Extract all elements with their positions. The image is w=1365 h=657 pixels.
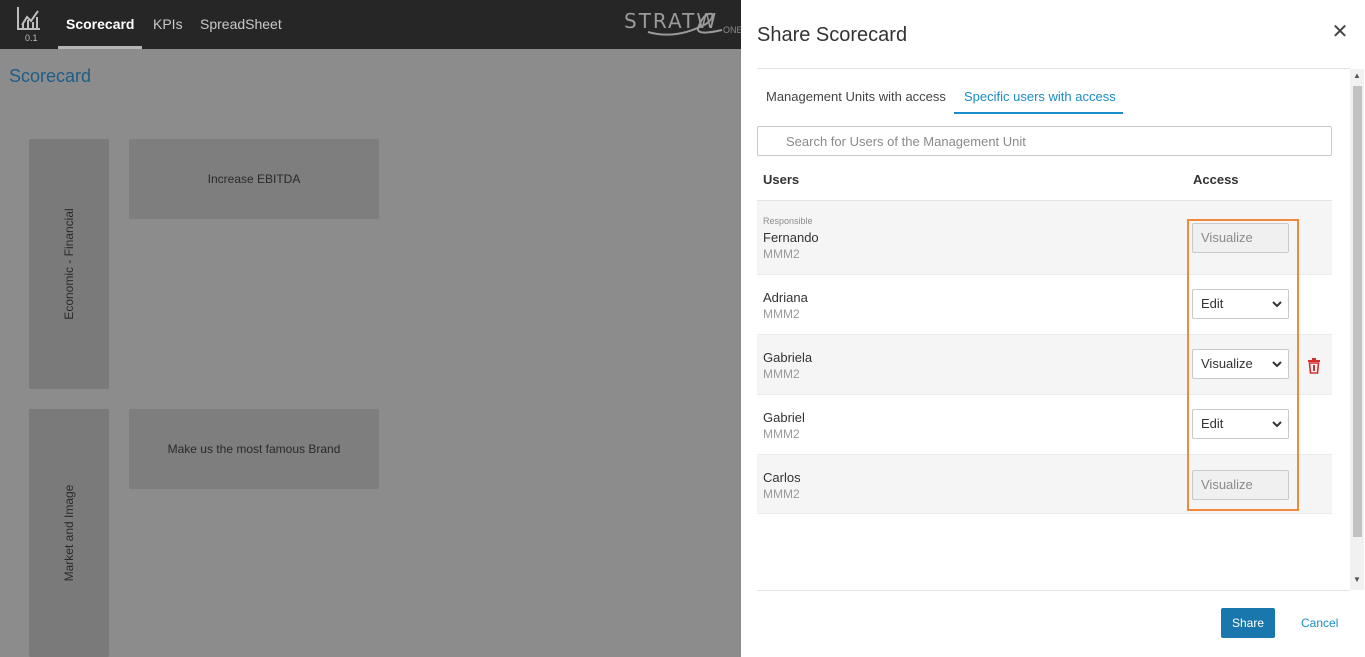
column-header-users: Users xyxy=(763,172,800,187)
nav-scorecard[interactable]: Scorecard xyxy=(57,0,144,49)
objective-famous-brand[interactable]: Make us the most famous Brand xyxy=(129,409,379,489)
perspective-economic-financial[interactable]: Economic - Financial xyxy=(29,139,109,389)
tab-specific-users[interactable]: Specific users with access xyxy=(964,89,1116,104)
user-unit: MMM2 xyxy=(763,367,800,381)
active-tab-indicator xyxy=(954,112,1123,114)
divider xyxy=(757,590,1350,591)
objective-increase-ebitda[interactable]: Increase EBITDA xyxy=(129,139,379,219)
user-name: Gabriela xyxy=(763,350,813,365)
user-name: Carlos xyxy=(763,470,801,485)
chart-logo-icon xyxy=(17,7,40,30)
scroll-down-arrow-icon[interactable]: ▼ xyxy=(1350,575,1364,587)
scroll-thumb[interactable] xyxy=(1353,86,1362,537)
page-title: Scorecard xyxy=(9,66,92,86)
user-search-input[interactable] xyxy=(757,126,1332,156)
user-unit: MMM2 xyxy=(763,247,800,261)
user-unit: MMM2 xyxy=(763,487,800,501)
trash-icon[interactable] xyxy=(1307,358,1321,374)
divider xyxy=(757,68,1350,69)
modal-scrollbar[interactable]: ▲ ▼ xyxy=(1350,69,1364,590)
share-scorecard-modal: Share Scorecard ✕ Management Units with … xyxy=(741,0,1365,657)
user-unit: MMM2 xyxy=(763,307,800,321)
user-name: Adriana xyxy=(763,290,808,305)
access-highlight-box xyxy=(1187,219,1299,511)
column-header-access: Access xyxy=(1193,172,1239,187)
cancel-button[interactable]: Cancel xyxy=(1301,608,1338,638)
version-label: 0.1 xyxy=(25,33,38,43)
perspective-label: Market and Image xyxy=(62,484,76,582)
background-app: 0.1 Scorecard KPIs SpreadSheet STRATW ON… xyxy=(0,0,743,657)
perspective-label: Economic - Financial xyxy=(62,208,76,320)
nav-spreadsheet[interactable]: SpreadSheet xyxy=(200,0,282,49)
user-name: Gabriel xyxy=(763,410,805,425)
scroll-up-arrow-icon[interactable]: ▲ xyxy=(1350,71,1364,83)
modal-title: Share Scorecard xyxy=(757,24,908,46)
close-icon[interactable]: ✕ xyxy=(1330,22,1350,42)
top-navbar: 0.1 Scorecard KPIs SpreadSheet STRATW ON… xyxy=(0,0,743,49)
brand-sub: ONE xyxy=(723,25,743,35)
perspective-market-and-image[interactable]: Market and Image xyxy=(29,409,109,657)
nav-kpis[interactable]: KPIs xyxy=(153,0,183,49)
user-unit: MMM2 xyxy=(763,427,800,441)
brand-swoosh-icon xyxy=(647,12,723,36)
tab-management-units[interactable]: Management Units with access xyxy=(766,89,946,104)
share-button[interactable]: Share xyxy=(1221,608,1275,638)
app-logo[interactable]: 0.1 xyxy=(16,5,46,43)
user-name: Fernando xyxy=(763,230,819,245)
user-role: Responsible xyxy=(763,216,813,226)
